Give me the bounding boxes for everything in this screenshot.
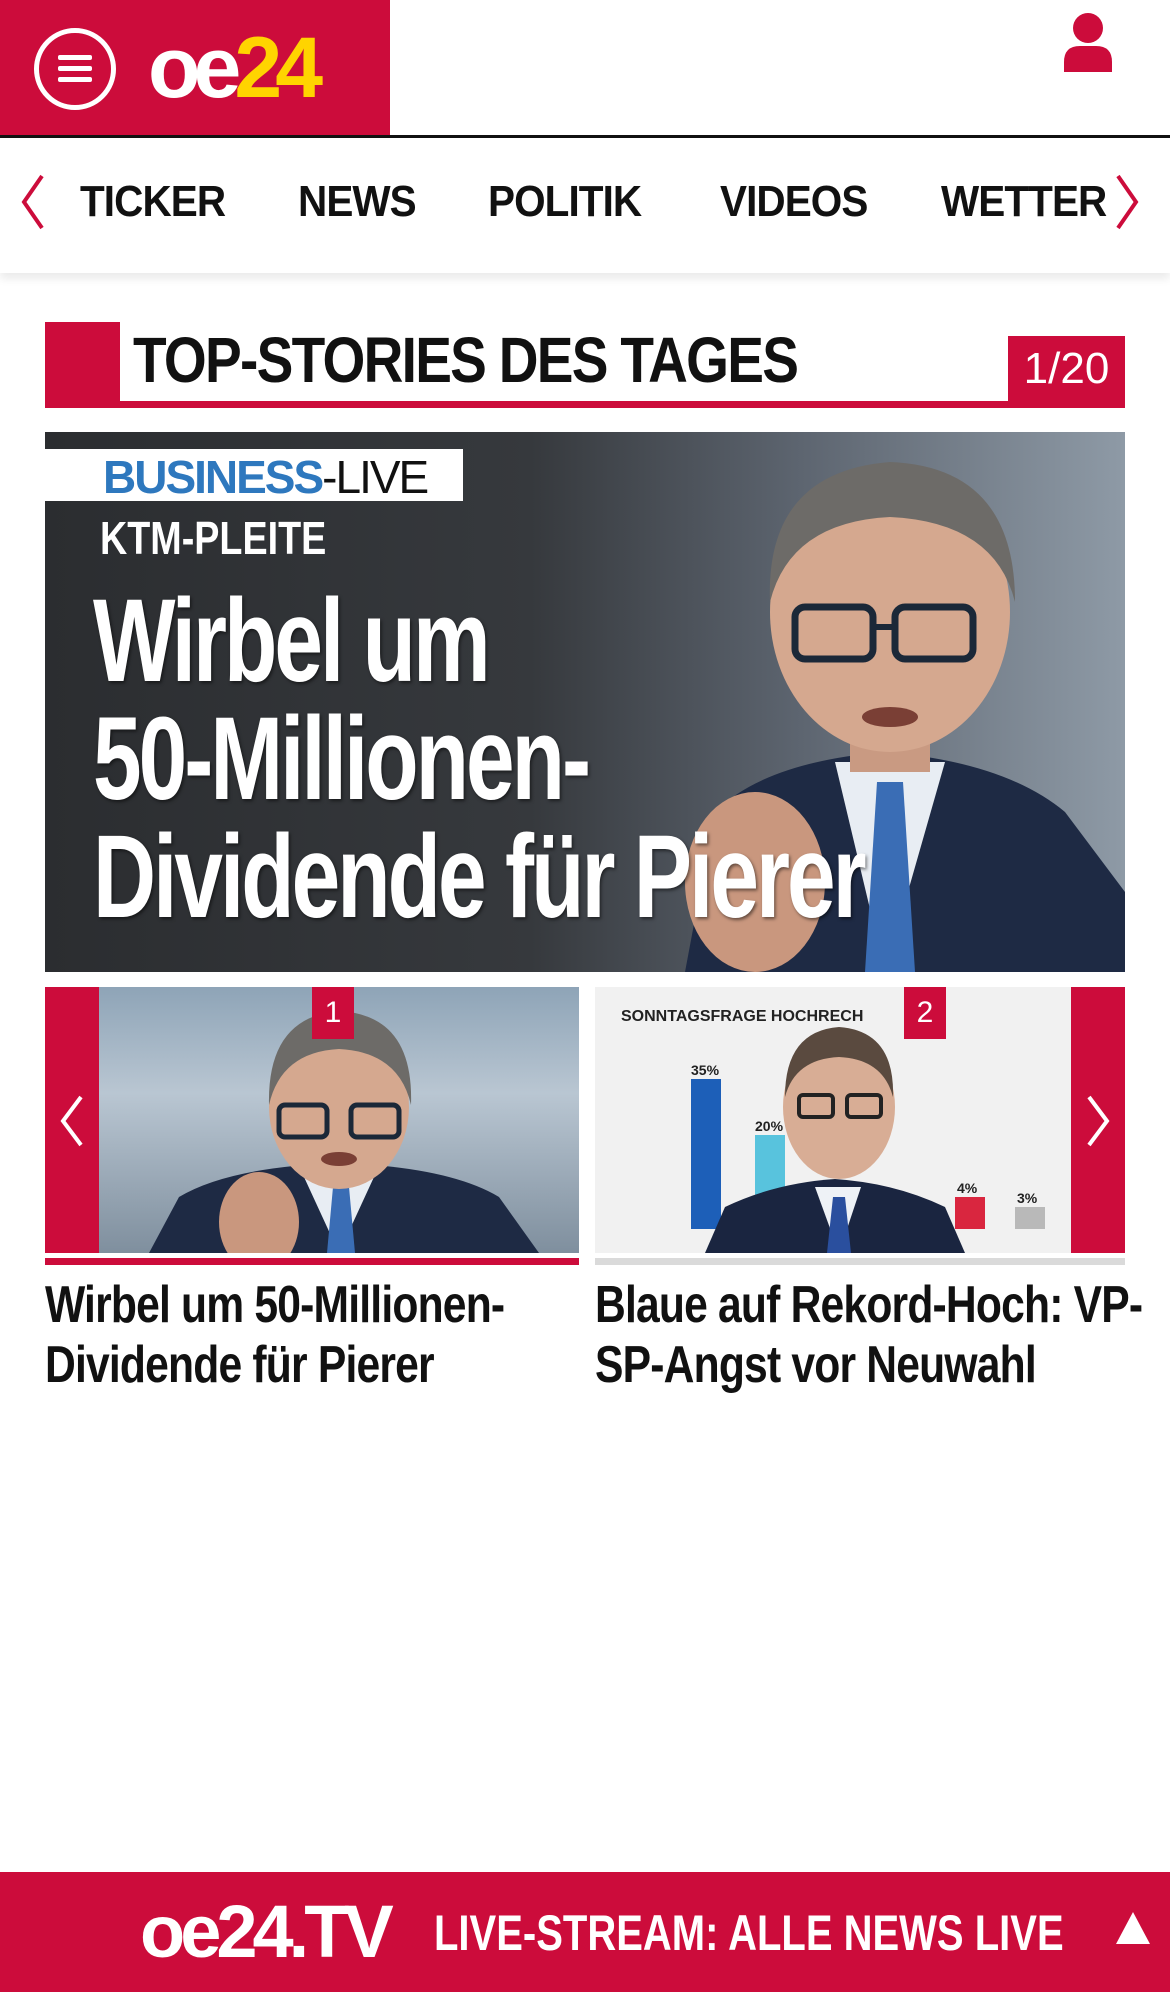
site-header: oe24 [0,0,1170,138]
hero-subline: KTM-PLEITE [100,512,327,564]
nav-item-videos[interactable]: VIDEOS [720,174,868,230]
hamburger-menu-icon[interactable] [34,28,116,110]
section-accent [45,322,120,408]
chevron-left-icon [60,1095,83,1147]
chevron-right-icon[interactable] [1112,174,1142,230]
section-header: TOP-STORIES DES TAGES 1/20 [45,322,1125,408]
carousel-next-button[interactable] [1071,987,1125,1253]
svg-text:35%: 35% [691,1062,720,1078]
user-icon[interactable] [1062,12,1114,72]
svg-text:20%: 20% [755,1118,784,1134]
carousel-prev-button[interactable] [45,987,99,1253]
card-index-badge: 1 [312,987,354,1039]
card-active-bar [45,1258,579,1265]
triangle-up-icon[interactable] [1116,1912,1150,1944]
section-underline [45,401,1125,408]
card-title[interactable]: Blaue auf Rekord-Hoch: VP- SP-Angst vor … [595,1275,1143,1395]
brand-box: oe24 [0,0,390,135]
story-carousel: 1 SONNTAGSFRAGE HOCHRECH 35% 20% 19 4% 3… [45,987,1125,1267]
site-logo[interactable]: oe24 [148,20,323,116]
nav-item-politik[interactable]: POLITIK [488,174,642,230]
story-counter: 1/20 [1008,336,1125,401]
card-photo: SONNTAGSFRAGE HOCHRECH 35% 20% 19 4% 3% [595,987,1071,1253]
svg-text:3%: 3% [1017,1190,1038,1206]
livestream-bar[interactable]: oe24.TV LIVE-STREAM: ALLE NEWS LIVE [0,1872,1170,1992]
card-index-badge: 2 [904,987,946,1039]
hero-story[interactable]: BUSINESS-LIVE KTM-PLEITE Wirbel um 50-Mi… [45,432,1125,972]
livestream-label: LIVE-STREAM: ALLE NEWS LIVE [434,1905,1064,1961]
card-thumbnail: SONNTAGSFRAGE HOCHRECH 35% 20% 19 4% 3% [595,987,1071,1253]
card-title[interactable]: Wirbel um 50-Millionen- Dividende für Pi… [45,1275,505,1395]
svg-text:SONNTAGSFRAGE HOCHRECH: SONNTAGSFRAGE HOCHRECH [621,1008,863,1025]
section-title: TOP-STORIES DES TAGES [133,324,799,396]
tv-logo: oe24.TV [140,1890,394,1973]
nav-item-news[interactable]: NEWS [298,174,417,230]
nav-item-ticker[interactable]: TICKER [80,174,226,230]
hero-title: Wirbel um 50-Millionen- Dividende für Pi… [93,575,867,943]
card-inactive-bar [595,1258,1125,1265]
nav-item-wetter[interactable]: WETTER [941,174,1107,230]
chevron-right-icon [1087,1095,1110,1147]
category-nav: TICKER NEWS POLITIK VIDEOS WETTER [0,138,1170,273]
svg-text:4%: 4% [957,1180,978,1196]
hero-kicker: BUSINESS-LIVE [103,451,429,503]
